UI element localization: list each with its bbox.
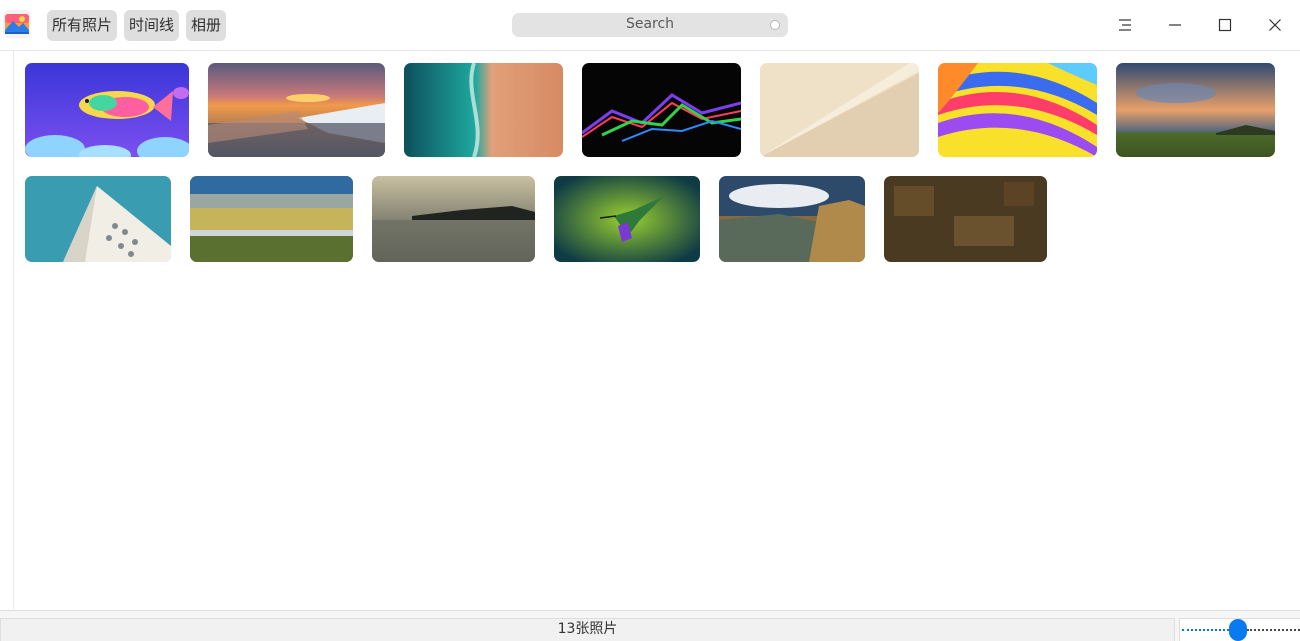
tab-timeline[interactable]: 时间线 [124,10,180,41]
photo-thumbnail[interactable] [404,63,563,157]
photos-app-icon[interactable] [3,10,31,38]
photo-thumbnail[interactable] [208,63,385,157]
photo-thumbnail[interactable] [582,63,741,157]
maximize-icon[interactable] [1212,12,1238,38]
menu-icon[interactable] [1112,12,1138,38]
photo-count: 13张照片 [557,621,618,637]
photo-thumbnail[interactable] [190,176,353,262]
photo-thumbnail[interactable] [25,176,171,262]
slider-track [1247,629,1300,631]
close-icon[interactable] [1262,12,1288,38]
tab-all-photos[interactable]: 所有照片 [47,10,118,41]
status-bar: 13张照片 [0,610,1300,641]
photo-thumbnail[interactable] [25,63,189,157]
thumbnail-size-slider[interactable] [1179,618,1300,641]
slider-track-filled [1182,629,1229,631]
tab-albums[interactable]: 相册 [186,10,227,41]
search-placeholder: Search [625,16,675,32]
photo-thumbnail[interactable] [554,176,700,262]
photo-thumbnail[interactable] [1116,63,1275,157]
clear-search-icon[interactable] [770,20,780,30]
photo-thumbnail[interactable] [884,176,1047,262]
photo-thumbnail[interactable] [719,176,865,262]
title-bar: 所有照片 时间线 相册 Search [0,0,1300,51]
photo-thumbnail[interactable] [372,176,535,262]
minimize-icon[interactable] [1162,12,1188,38]
photo-thumbnail[interactable] [760,63,919,157]
search-input[interactable]: Search [512,13,788,37]
slider-handle[interactable] [1229,619,1247,641]
photo-thumbnail[interactable] [938,63,1097,157]
